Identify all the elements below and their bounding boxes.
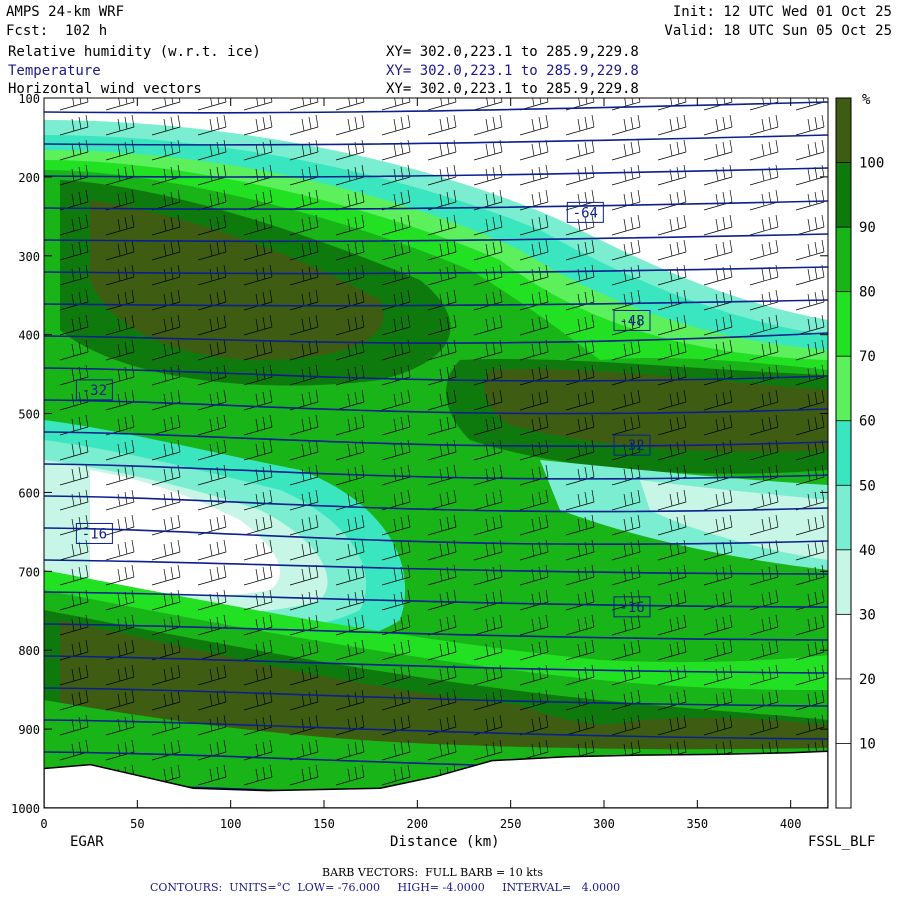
x-tick-label: 400 [780,817,802,831]
colorbar-tick-label: 60 [859,414,876,430]
x-tick-label: 50 [130,817,144,831]
contour-label: -64 [573,205,598,221]
x-tick-label: 350 [686,817,708,831]
colorbar-bin [836,227,851,292]
x-tick-label: 250 [500,817,522,831]
contour-label: -16 [82,526,107,542]
y-tick-label: 300 [18,250,40,264]
contour-label: -32 [619,438,644,454]
x-tick-label: 100 [220,817,242,831]
colorbar-tick-label: 90 [859,220,876,236]
colorbar-bin [836,98,851,163]
y-tick-label: 900 [18,723,40,737]
y-tick-label: 100 [18,92,40,106]
cross-section-plot: -64-48-32-32-16-16 100200300400500600700… [11,92,884,831]
colorbar-tick-label: 40 [859,543,876,559]
contour-label: -48 [619,313,644,329]
colorbar-bin [836,162,851,228]
colorbar-bin [836,291,851,357]
contour-label: -16 [619,600,644,616]
colorbar-bin [836,356,851,421]
relative-humidity-fill [44,98,828,808]
end-station-label: FSSL_BLF [808,834,876,850]
x-tick-label: 0 [40,817,47,831]
colorbar-bin [836,485,851,550]
barb-legend: BARB VECTORS: FULL BARB = 10 kts [322,866,543,879]
colorbar: 10 20 30 40 50 60 70 80 90 100 [835,97,884,809]
colorbar-bin [836,614,851,679]
start-station-label: EGAR [70,834,104,850]
colorbar-bin [836,549,851,615]
x-axis-title: Distance (km) [390,834,500,850]
y-tick-label: 700 [18,565,40,579]
y-tick-label: 400 [18,329,40,343]
contour-label: -32 [82,383,107,399]
colorbar-bin [836,678,851,744]
colorbar-tick-label: 70 [859,349,876,365]
x-tick-label: 300 [593,817,615,831]
colorbar-tick-label: 10 [859,736,876,752]
colorbar-tick-label: 80 [859,285,876,301]
contour-legend: CONTOURS: UNITS=°C LOW= -76.000 HIGH= -4… [150,881,621,894]
y-tick-label: 200 [18,171,40,185]
colorbar-tick-label: 100 [859,156,884,172]
y-tick-label: 500 [18,408,40,422]
x-tick-label: 200 [406,817,428,831]
y-tick-label: 800 [18,644,40,658]
colorbar-tick-label: 20 [859,672,876,688]
y-tick-label: 1000 [11,802,40,816]
colorbar-tick-label: 30 [859,607,876,623]
colorbar-bin [836,743,851,808]
y-tick-label: 600 [18,486,40,500]
colorbar-tick-label: 50 [859,478,876,494]
x-tick-label: 150 [313,817,335,831]
colorbar-units: % [862,92,871,108]
colorbar-bin [836,420,851,486]
